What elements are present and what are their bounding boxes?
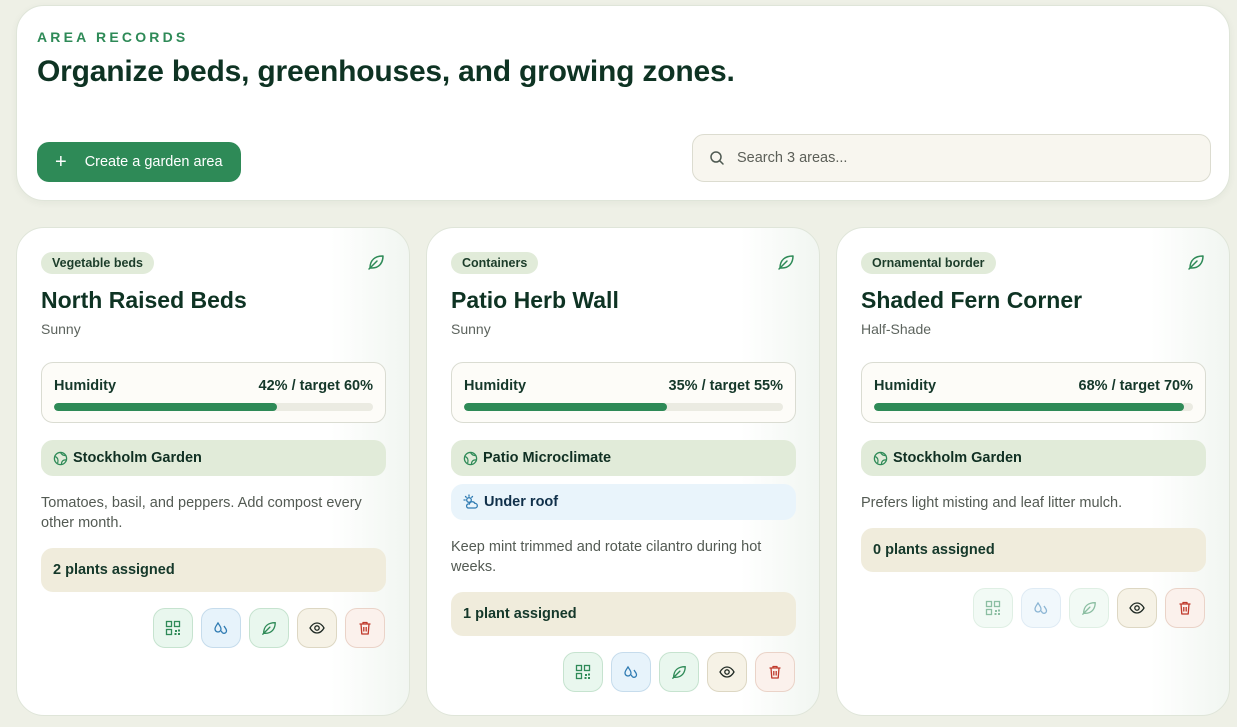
cloud-sun-icon [463,494,478,509]
humidity-label: Humidity [464,378,527,394]
droplets-icon [1034,601,1048,614]
water-button[interactable] [1021,588,1061,628]
area-card-patio-herb-wall: Containers Patio Herb Wall Sunny Humidit… [426,227,820,716]
area-type-badge: Containers [451,252,539,274]
view-button[interactable] [1117,588,1157,628]
trash-icon [359,621,371,635]
globe-icon [463,451,478,465]
trash-icon [769,665,781,679]
create-garden-area-button[interactable]: + Create a garden area [37,142,241,182]
humidity-bar-fill [54,403,278,411]
area-name: North Raised Beds [41,287,247,313]
care-button[interactable] [659,652,699,692]
create-garden-area-label: Create a garden area [84,154,223,170]
search-icon [710,151,724,165]
humidity-bar [874,403,1193,411]
area-note: Tomatoes, basil, and peppers. Add compos… [41,495,362,531]
garden-pill: Stockholm Garden [861,440,1206,476]
area-light: Sunny [41,321,81,337]
garden-pill: Patio Microclimate [451,440,796,476]
plus-icon: + [55,151,67,173]
qr-code-button[interactable] [153,608,193,648]
garden-pill: Stockholm Garden [41,440,386,476]
droplets-icon [624,665,638,678]
qr-code-icon [985,600,1001,616]
delete-button[interactable] [345,608,385,648]
delete-button[interactable] [755,652,795,692]
view-button[interactable] [707,652,747,692]
eye-icon [1129,602,1145,614]
search-input[interactable] [737,150,1197,166]
globe-icon [53,451,68,465]
humidity-bar-fill [464,403,667,411]
area-card-shaded-fern-corner: Ornamental border Shaded Fern Corner Hal… [836,227,1230,716]
humidity-value: 42% / target 60% [258,378,373,394]
view-button[interactable] [297,608,337,648]
garden-name: Stockholm Garden [73,450,202,466]
area-light: Half-Shade [861,321,932,337]
area-type-badge: Vegetable beds [41,252,155,274]
area-card-north-raised-beds: Vegetable beds North Raised Beds Sunny H… [16,227,410,716]
leaf-icon [672,666,686,679]
shelter-pill: Under roof [451,484,796,520]
area-name: Shaded Fern Corner [861,287,1083,313]
qr-code-button[interactable] [973,588,1013,628]
section-eyebrow: AREA RECORDS [37,29,189,45]
card-actions [153,608,385,648]
humidity-label: Humidity [874,378,937,394]
area-note: Prefers light misting and leaf litter mu… [861,495,1123,511]
card-actions [563,652,795,692]
garden-name: Stockholm Garden [893,450,1022,466]
qr-code-button[interactable] [563,652,603,692]
humidity-panel: Humidity 35% / target 55% [451,362,796,423]
leaf-icon [1082,602,1096,615]
leaf-icon [778,255,794,270]
area-light: Sunny [451,321,491,337]
area-name: Patio Herb Wall [451,287,619,313]
humidity-panel: Humidity 68% / target 70% [861,362,1206,423]
humidity-bar [54,403,373,411]
humidity-label: Humidity [54,378,117,394]
humidity-bar-fill [874,403,1184,411]
qr-code-icon [165,620,181,636]
leaf-icon [1188,255,1204,270]
trash-icon [1179,601,1191,615]
droplets-icon [214,621,228,634]
humidity-value: 68% / target 70% [1078,378,1193,394]
card-actions [973,588,1205,628]
qr-code-icon [575,664,591,680]
leaf-icon [368,255,384,270]
water-button[interactable] [201,608,241,648]
area-note: Keep mint trimmed and rotate cilantro du… [451,539,762,575]
area-type-badge: Ornamental border [861,252,996,274]
globe-icon [873,451,888,465]
humidity-value: 35% / target 55% [668,378,783,394]
plants-assigned: 0 plants assigned [861,528,1206,572]
page-title: Organize beds, greenhouses, and growing … [37,55,735,88]
shelter-label: Under roof [484,494,559,510]
search-box[interactable] [692,134,1211,182]
header-card: AREA RECORDS Organize beds, greenhouses,… [16,5,1230,201]
humidity-bar [464,403,783,411]
eye-icon [719,666,735,678]
garden-name: Patio Microclimate [483,450,612,466]
care-button[interactable] [249,608,289,648]
water-button[interactable] [611,652,651,692]
plants-assigned: 1 plant assigned [451,592,796,636]
care-button[interactable] [1069,588,1109,628]
eye-icon [309,622,325,634]
delete-button[interactable] [1165,588,1205,628]
plants-assigned: 2 plants assigned [41,548,386,592]
leaf-icon [262,622,276,635]
humidity-panel: Humidity 42% / target 60% [41,362,386,423]
